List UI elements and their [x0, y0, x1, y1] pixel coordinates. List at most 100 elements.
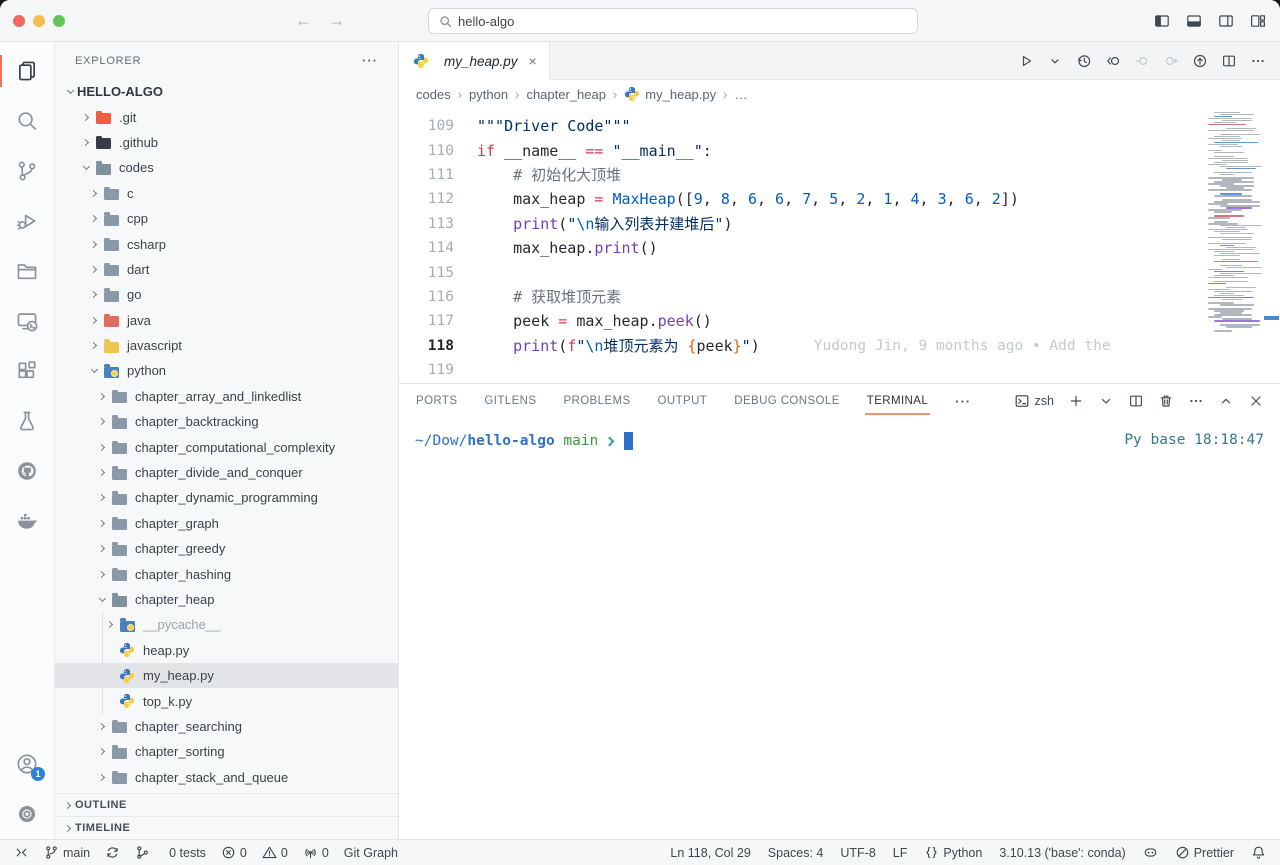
close-tab-icon[interactable]: ×	[529, 53, 537, 69]
chevron-up-icon[interactable]	[1218, 393, 1234, 409]
status-item-spaces-4[interactable]: Spaces: 4	[768, 846, 824, 860]
chevron-right-icon[interactable]	[95, 572, 109, 577]
circle-a-icon[interactable]	[1134, 53, 1150, 69]
split-icon[interactable]	[1128, 393, 1144, 409]
tree-item-python[interactable]: python	[55, 358, 398, 383]
activity-github-icon[interactable]	[0, 446, 54, 496]
activity-settings-icon[interactable]	[0, 789, 54, 839]
chevron-right-icon[interactable]	[95, 495, 109, 500]
tree-item-chapter-greedy[interactable]: chapter_greedy	[55, 536, 398, 561]
status-item-0[interactable]: 0	[303, 845, 329, 860]
chevron-right-icon[interactable]	[87, 292, 101, 297]
chevron-down-icon[interactable]	[63, 90, 77, 93]
tree-item-chapter-sorting[interactable]: chapter_sorting	[55, 739, 398, 764]
window-controls[interactable]	[0, 15, 65, 27]
chevron-right-icon[interactable]	[95, 724, 109, 729]
tree-item-c[interactable]: c	[55, 181, 398, 206]
tree-item-chapter-backtracking[interactable]: chapter_backtracking	[55, 409, 398, 434]
minimap[interactable]	[1204, 110, 1262, 383]
layout-panel-icon[interactable]	[1186, 13, 1202, 29]
activity-source-control-icon[interactable]	[0, 146, 54, 196]
tree-item-heap-py[interactable]: heap.py	[55, 638, 398, 663]
activity-docker-icon[interactable]	[0, 496, 54, 546]
tree-item-javascript[interactable]: javascript	[55, 333, 398, 358]
tree-item-chapter-searching[interactable]: chapter_searching	[55, 714, 398, 739]
activity-explorer-icon[interactable]	[0, 46, 54, 96]
chevron-right-icon[interactable]	[95, 775, 109, 780]
activity-test-beaker-icon[interactable]	[0, 396, 54, 446]
tree-item-go[interactable]: go	[55, 282, 398, 307]
status-item-git-graph-glyph[interactable]	[135, 845, 150, 860]
tree-item--git[interactable]: .git	[55, 104, 398, 129]
status-item-0[interactable]: 0	[262, 845, 288, 860]
more-icon[interactable]	[1250, 53, 1266, 69]
chevron-right-icon[interactable]	[95, 470, 109, 475]
run-chevron-icon[interactable]	[1047, 53, 1063, 69]
layout-left-icon[interactable]	[1154, 13, 1170, 29]
gitlens-graph-icon[interactable]	[1192, 53, 1208, 69]
tree-item-csharp[interactable]: csharp	[55, 231, 398, 256]
terminal-shell-chip[interactable]: zsh	[1014, 393, 1054, 409]
status-item-git-graph[interactable]: Git Graph	[344, 846, 398, 860]
chevron-down-icon[interactable]	[95, 598, 109, 601]
chevron-right-icon[interactable]	[95, 521, 109, 526]
tree-item-chapter-heap[interactable]: chapter_heap	[55, 587, 398, 612]
layout-right-icon[interactable]	[1218, 13, 1234, 29]
tree-item-chapter-array-and-linkedlist[interactable]: chapter_array_and_linkedlist	[55, 384, 398, 409]
activity-remote-explorer-icon[interactable]	[0, 296, 54, 346]
panel-tab-gitlens[interactable]: GITLENS	[484, 384, 536, 418]
tree-item-java[interactable]: java	[55, 308, 398, 333]
chevron-right-icon[interactable]	[87, 216, 101, 221]
status-item-ln-118-col-29[interactable]: Ln 118, Col 29	[670, 846, 750, 860]
chevron-right-icon[interactable]	[87, 318, 101, 323]
chevron-right-icon[interactable]	[95, 445, 109, 450]
tree-item-cpp[interactable]: cpp	[55, 206, 398, 231]
chevron-down-icon[interactable]	[79, 166, 93, 169]
status-item-python[interactable]: Python	[924, 845, 982, 860]
activity-account-icon[interactable]: 1	[0, 739, 54, 789]
status-item-lf[interactable]: LF	[893, 846, 908, 860]
panel-more-tabs-icon[interactable]: ···	[955, 394, 971, 409]
plus-icon[interactable]	[1068, 393, 1084, 409]
status-item-0[interactable]: 0	[221, 845, 247, 860]
split-icon[interactable]	[1221, 53, 1237, 69]
tree-item-chapter-computational-complexity[interactable]: chapter_computational_complexity	[55, 434, 398, 459]
status-item-copilot[interactable]	[1143, 845, 1158, 860]
minimize-window-button[interactable]	[33, 15, 45, 27]
tree-item-chapter-graph[interactable]: chapter_graph	[55, 511, 398, 536]
circle-b-icon[interactable]	[1163, 53, 1179, 69]
status-item-utf-8[interactable]: UTF-8	[840, 846, 875, 860]
panel-tab-output[interactable]: OUTPUT	[658, 384, 708, 418]
chevron-down-icon[interactable]	[87, 369, 101, 372]
tree-item-chapter-stack-and-queue[interactable]: chapter_stack_and_queue	[55, 765, 398, 790]
run-icon[interactable]	[1018, 53, 1034, 69]
tab-my-heap-py[interactable]: my_heap.py ×	[399, 42, 550, 80]
close-window-button[interactable]	[13, 15, 25, 27]
history-icon[interactable]	[1076, 53, 1092, 69]
chevron-right-icon[interactable]	[79, 115, 93, 120]
tree-item-chapter-dynamic-programming[interactable]: chapter_dynamic_programming	[55, 485, 398, 510]
chevron-right-icon[interactable]	[87, 267, 101, 272]
status-item-bell[interactable]	[1251, 845, 1266, 860]
breadcrumb-item[interactable]: my_heap.py	[624, 86, 716, 102]
trash-icon[interactable]	[1158, 393, 1174, 409]
tree-item-codes[interactable]: codes	[55, 155, 398, 180]
tree-item--github[interactable]: .github	[55, 130, 398, 155]
breadcrumb-item[interactable]: …	[734, 87, 747, 102]
tree-item-top-k-py[interactable]: top_k.py	[55, 688, 398, 713]
activity-search-icon[interactable]	[0, 96, 54, 146]
tree-item-my-heap-py[interactable]: my_heap.py	[55, 663, 398, 688]
activity-folder-view-icon[interactable]	[0, 246, 54, 296]
more-icon[interactable]	[1188, 393, 1204, 409]
chevron-right-icon[interactable]	[87, 191, 101, 196]
zoom-window-button[interactable]	[53, 15, 65, 27]
status-item-prettier[interactable]: Prettier	[1175, 845, 1234, 860]
tree-item--pycache-[interactable]: __pycache__	[55, 612, 398, 637]
panel-tab-terminal[interactable]: TERMINAL	[867, 384, 928, 418]
breadcrumb-item[interactable]: chapter_heap	[526, 87, 606, 102]
panel-tab-debug-console[interactable]: DEBUG CONSOLE	[734, 384, 840, 418]
command-center-search[interactable]: hello-algo	[428, 8, 918, 34]
activity-extensions-icon[interactable]	[0, 346, 54, 396]
section-outline[interactable]: OUTLINE	[55, 793, 398, 816]
status-item-remote-dev[interactable]	[14, 845, 29, 860]
